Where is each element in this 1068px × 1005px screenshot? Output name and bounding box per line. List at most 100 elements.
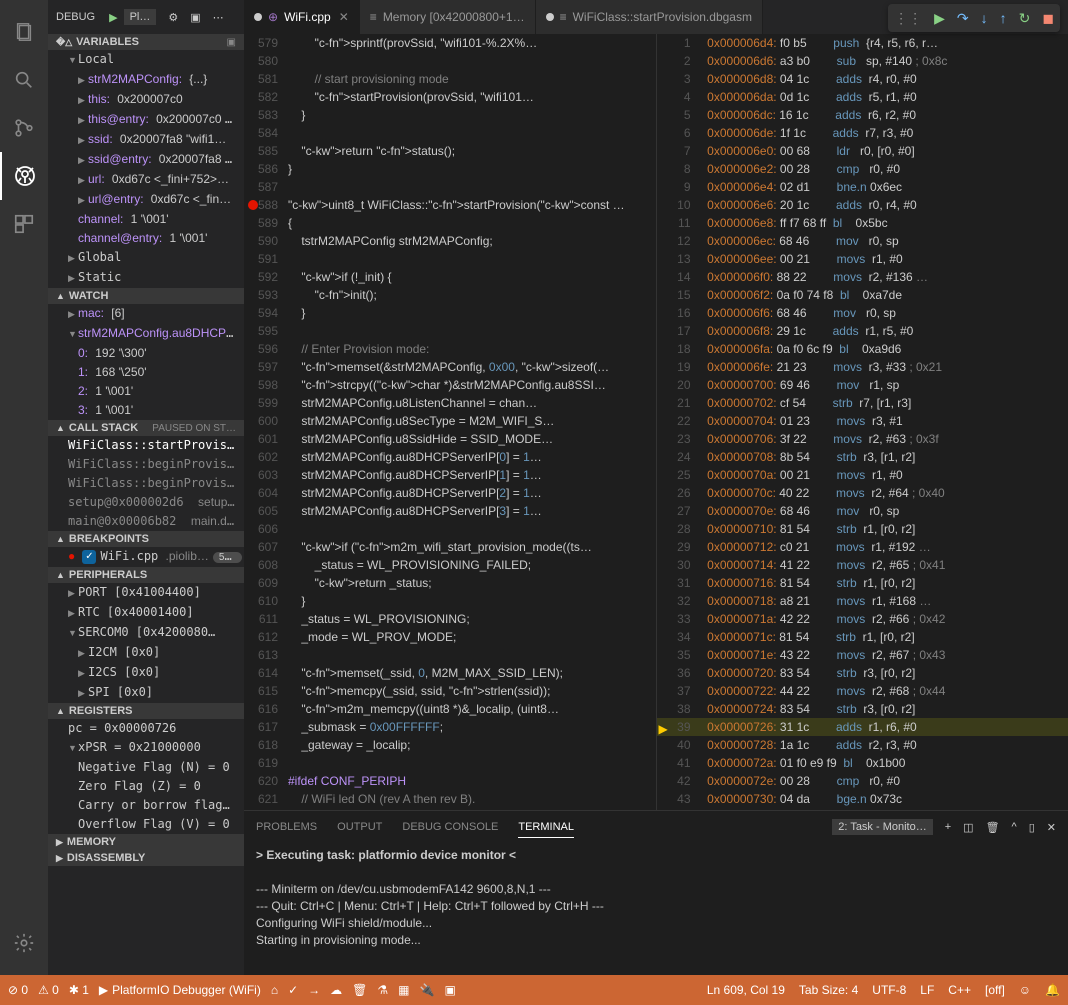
variable-row[interactable]: ▶ssid@entry: 0x20007fa8 … bbox=[48, 150, 244, 170]
code-line[interactable]: 601 strM2MAPConfig.u8SsidHide = SSID_MOD… bbox=[244, 430, 656, 448]
variables-header[interactable]: �△VARIABLES▣ bbox=[48, 34, 244, 50]
asm-line[interactable]: 27 0x0000070e: 68 46 mov r0, sp bbox=[657, 502, 1068, 520]
variable-row[interactable]: channel: 1 '\001' bbox=[48, 210, 244, 229]
callstack-header[interactable]: ▲CALL STACKPAUSED ON ST… bbox=[48, 420, 244, 436]
stack-frame[interactable]: WiFiClass::beginProvision@ bbox=[48, 474, 244, 493]
code-line[interactable]: 592 "c-kw">if (!_init) { bbox=[244, 268, 656, 286]
register-flag[interactable]: Carry or borrow flag (… bbox=[48, 796, 244, 815]
asm-line[interactable]: 21 0x00000702: cf 54 strb r7, [r1, r3] bbox=[657, 394, 1068, 412]
status-eol[interactable]: LF bbox=[920, 983, 934, 997]
asm-line[interactable]: 42 0x0000072e: 00 28 cmp r0, #0 bbox=[657, 772, 1068, 790]
pio-test-icon[interactable]: ⚗ bbox=[377, 983, 388, 997]
peripherals-header[interactable]: ▲PERIPHERALS bbox=[48, 567, 244, 583]
asm-line[interactable]: 19 0x000006fe: 21 23 movs r3, #33 ; 0x21 bbox=[657, 358, 1068, 376]
code-line[interactable]: 618 _gateway = _localip; bbox=[244, 736, 656, 754]
register-row[interactable]: pc = 0x00000726 bbox=[48, 719, 244, 738]
asm-line[interactable]: 1 0x000006d4: f0 b5 push {r4, r5, r6, r… bbox=[657, 34, 1068, 52]
asm-line[interactable]: 38 0x00000724: 83 54 strb r3, [r0, r2] bbox=[657, 700, 1068, 718]
code-line[interactable]: 616 "c-fn">m2m_memcpy((uint8 *)&_localip… bbox=[244, 700, 656, 718]
register-flag[interactable]: Overflow Flag (V) = 0 bbox=[48, 815, 244, 834]
code-line[interactable]: 583 } bbox=[244, 106, 656, 124]
code-line[interactable]: 584 bbox=[244, 124, 656, 142]
gear-icon[interactable]: ⚙ bbox=[168, 11, 178, 24]
step-into-icon[interactable]: ↓ bbox=[981, 10, 988, 26]
scm-icon[interactable] bbox=[0, 104, 48, 152]
continue-icon[interactable]: ▶ bbox=[934, 10, 945, 27]
asm-line[interactable]: 18 0x000006fa: 0a f0 6c f9 bl 0xa9d6 bbox=[657, 340, 1068, 358]
code-line[interactable]: 582 "c-fn">startProvision(provSsid, "wif… bbox=[244, 88, 656, 106]
code-line[interactable]: 621 // WiFi led ON (rev A then rev B). bbox=[244, 790, 656, 808]
tab-0[interactable]: ⊕WiFi.cpp✕ bbox=[244, 0, 360, 34]
more-icon[interactable]: ⋯ bbox=[213, 11, 224, 24]
explorer-icon[interactable] bbox=[0, 8, 48, 56]
peripheral-child[interactable]: ▶I2CS [0x0] bbox=[48, 663, 244, 683]
scope-static[interactable]: ▶Static bbox=[48, 268, 244, 288]
variable-row[interactable]: ▶this@entry: 0x200007c0 <… bbox=[48, 110, 244, 130]
code-line[interactable]: 602 strM2MAPConfig.au8DHCPServerIP[0] = … bbox=[244, 448, 656, 466]
variable-row[interactable]: ▶ssid: 0x20007fa8 "wifi1… bbox=[48, 130, 244, 150]
register-flag[interactable]: Zero Flag (Z) = 0 bbox=[48, 777, 244, 796]
panel-tab-terminal[interactable]: TERMINAL bbox=[518, 817, 574, 838]
pio-task-icon[interactable]: ▦ bbox=[398, 983, 409, 997]
code-line[interactable]: 608 _status = WL_PROVISIONING_FAILED; bbox=[244, 556, 656, 574]
asm-line[interactable]: 41 0x0000072a: 01 f0 e9 f9 bl 0x1b00 bbox=[657, 754, 1068, 772]
code-line[interactable]: 590 tstrM2MAPConfig strM2MAPConfig; bbox=[244, 232, 656, 250]
register-flag[interactable]: Negative Flag (N) = 0 bbox=[48, 758, 244, 777]
code-line[interactable]: 617 _submask = 0x00FFFFFF; bbox=[244, 718, 656, 736]
asm-line[interactable]: 37 0x00000722: 44 22 movs r2, #68 ; 0x44 bbox=[657, 682, 1068, 700]
asm-line[interactable]: 32 0x00000718: a8 21 movs r1, #168 … bbox=[657, 592, 1068, 610]
registers-header[interactable]: ▲REGISTERS bbox=[48, 703, 244, 719]
asm-line[interactable]: 14 0x000006f0: 88 22 movs r2, #136 … bbox=[657, 268, 1068, 286]
debug-config-select[interactable]: Pl… bbox=[124, 9, 157, 25]
code-line[interactable]: 589{ bbox=[244, 214, 656, 232]
pio-upload-icon[interactable]: → bbox=[308, 983, 320, 997]
close-panel-icon[interactable]: ✕ bbox=[1047, 821, 1056, 834]
code-line[interactable]: 605 strM2MAPConfig.au8DHCPServerIP[3] = … bbox=[244, 502, 656, 520]
watch-child[interactable]: 2: 1 '\001' bbox=[48, 382, 244, 401]
terminal-output[interactable]: > Executing task: platformio device moni… bbox=[244, 843, 1068, 953]
settings-icon[interactable] bbox=[0, 919, 48, 967]
split-terminal-icon[interactable]: ◫ bbox=[963, 821, 973, 834]
asm-line[interactable]: 15 0x000006f2: 0a f0 74 f8 bl 0xa7de bbox=[657, 286, 1068, 304]
code-line[interactable]: 593 "c-fn">init(); bbox=[244, 286, 656, 304]
disassembly-header[interactable]: ▶DISASSEMBLY bbox=[48, 850, 244, 866]
code-line[interactable]: 586} bbox=[244, 160, 656, 178]
collapse-icon[interactable]: ▣ bbox=[227, 37, 236, 48]
stack-frame[interactable]: WiFiClass::beginProvision@ bbox=[48, 455, 244, 474]
code-line[interactable]: 600 strM2MAPConfig.u8SecType = M2M_WIFI_… bbox=[244, 412, 656, 430]
code-line[interactable]: 587 bbox=[244, 178, 656, 196]
peripheral-row[interactable]: ▶PORT [0x41004400] bbox=[48, 583, 244, 603]
pio-build-icon[interactable]: ✓ bbox=[288, 983, 298, 997]
drag-handle-icon[interactable]: ⋮⋮ bbox=[894, 10, 922, 27]
code-line[interactable]: 585 "c-kw">return "c-fn">status(); bbox=[244, 142, 656, 160]
asm-line[interactable]: 11 0x000006e8: ff f7 68 ff bl 0x5bc bbox=[657, 214, 1068, 232]
memory-header[interactable]: ▶MEMORY bbox=[48, 834, 244, 850]
stop-icon[interactable]: ◼ bbox=[1042, 10, 1054, 27]
kill-terminal-icon[interactable]: 🗑 bbox=[986, 821, 1000, 834]
asm-line[interactable]: 9 0x000006e4: 02 d1 bne.n 0x6ec bbox=[657, 178, 1068, 196]
watch-child[interactable]: 3: 1 '\001' bbox=[48, 401, 244, 420]
peripheral-child[interactable]: ▶I2CM [0x0] bbox=[48, 643, 244, 663]
status-bell-icon[interactable]: 🔔 bbox=[1045, 983, 1060, 997]
console-icon[interactable]: ▣ bbox=[190, 11, 200, 24]
status-encoding[interactable]: UTF-8 bbox=[872, 983, 906, 997]
peripheral-child[interactable]: ▶SPI [0x0] bbox=[48, 683, 244, 703]
code-line[interactable]: 581 // start provisioning mode bbox=[244, 70, 656, 88]
terminal-select[interactable]: 2: Task - Monito… bbox=[832, 819, 932, 835]
new-terminal-icon[interactable]: + bbox=[945, 821, 951, 833]
code-line[interactable]: 611 _status = WL_PROVISIONING; bbox=[244, 610, 656, 628]
code-editor-right[interactable]: 1 0x000006d4: f0 b5 push {r4, r5, r6, r…… bbox=[656, 34, 1068, 810]
close-tab-icon[interactable]: ✕ bbox=[339, 10, 349, 24]
status-cursor[interactable]: Ln 609, Col 19 bbox=[707, 983, 785, 997]
step-over-icon[interactable]: ↷ bbox=[957, 10, 969, 27]
code-line[interactable]: 597 "c-fn">memset(&strM2MAPConfig, 0x00,… bbox=[244, 358, 656, 376]
breakpoints-header[interactable]: ▲BREAKPOINTS bbox=[48, 531, 244, 547]
step-out-icon[interactable]: ↑ bbox=[1000, 10, 1007, 26]
asm-line[interactable]: 35 0x0000071e: 43 22 movs r2, #67 ; 0x43 bbox=[657, 646, 1068, 664]
code-editor-left[interactable]: 579 "c-fn">sprintf(provSsid, "wifi101-%.… bbox=[244, 34, 656, 810]
code-line[interactable]: 619 bbox=[244, 754, 656, 772]
search-icon[interactable] bbox=[0, 56, 48, 104]
asm-line[interactable]: 8 0x000006e2: 00 28 cmp r0, #0 bbox=[657, 160, 1068, 178]
asm-line[interactable]: 20 0x00000700: 69 46 mov r1, sp bbox=[657, 376, 1068, 394]
debug-icon[interactable] bbox=[0, 152, 48, 200]
